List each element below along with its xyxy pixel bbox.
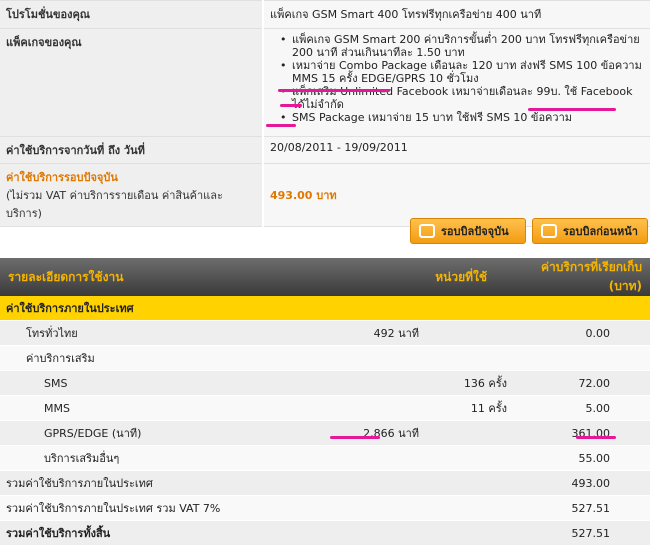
table-row: MMS 11 ครั้ง 5.00 bbox=[0, 395, 650, 421]
package-item: แพ็คเกจ GSM Smart 200 ค่าบริการขั้นต่ำ 2… bbox=[280, 33, 644, 59]
current-charge-note: (ไม่รวม VAT ค่าบริการรายเดือน ค่าสินค้าแ… bbox=[6, 189, 223, 220]
period-value: 20/08/2011 - 19/09/2011 bbox=[263, 136, 650, 164]
row-amount: 5.00 bbox=[517, 395, 650, 421]
row-name: SMS bbox=[0, 370, 304, 396]
bill-icon bbox=[541, 224, 557, 238]
total-name: รวมค่าใช้บริการภายในประเทศ รวม VAT 7% bbox=[0, 495, 518, 521]
table-row: SMS 136 ครั้ง 72.00 bbox=[0, 370, 650, 396]
row-amount bbox=[517, 345, 650, 371]
row-units: 11 ครั้ง bbox=[303, 395, 518, 421]
row-units bbox=[303, 445, 518, 471]
table-row: ค่าบริการเสริม bbox=[0, 345, 650, 371]
row-amount: 55.00 bbox=[517, 445, 650, 471]
grand-total-row: รวมค่าใช้บริการทั้งสิ้น 527.51 bbox=[0, 520, 650, 546]
account-info-table: โปรโมชั่นของคุณ แพ็คเกจ GSM Smart 400 โท… bbox=[0, 0, 650, 227]
row-name: GPRS/EDGE (นาที) bbox=[0, 420, 304, 446]
period-label: ค่าใช้บริการจากวันที่ ถึง วันที่ bbox=[0, 136, 264, 164]
current-charge-label-cell: ค่าใช้บริการรอบปัจจุบัน (ไม่รวม VAT ค่าบ… bbox=[0, 163, 264, 227]
section-domestic: ค่าใช้บริการภายในประเทศ bbox=[0, 296, 650, 321]
packages-label: แพ็คเกจของคุณ bbox=[0, 28, 264, 137]
package-item: SMS Package เหมาจ่าย 15 บาท ใช้ฟรี SMS 1… bbox=[280, 111, 644, 124]
total-row: รวมค่าใช้บริการภายในประเทศ 493.00 bbox=[0, 470, 650, 496]
total-amount: 493.00 bbox=[517, 470, 650, 496]
row-name: บริการเสริมอื่นๆ bbox=[0, 445, 304, 471]
row-units bbox=[303, 345, 518, 371]
table-row: บริการเสริมอื่นๆ 55.00 bbox=[0, 445, 650, 471]
highlight-underline bbox=[266, 124, 296, 127]
total-name: รวมค่าใช้บริการภายในประเทศ bbox=[0, 470, 518, 496]
promo-label: โปรโมชั่นของคุณ bbox=[0, 0, 264, 29]
total-amount: 527.51 bbox=[517, 495, 650, 521]
row-name: ค่าบริการเสริม bbox=[0, 345, 304, 371]
previous-bill-label: รอบบิลก่อนหน้า bbox=[563, 225, 638, 238]
row-amount: 361.00 bbox=[517, 420, 650, 446]
row-units: 136 ครั้ง bbox=[303, 370, 518, 396]
highlight-underline bbox=[576, 436, 616, 439]
highlight-underline bbox=[280, 104, 302, 107]
header-detail: รายละเอียดการใช้งาน bbox=[0, 258, 304, 296]
promo-value: แพ็คเกจ GSM Smart 400 โทรฟรีทุกเครือข่าย… bbox=[263, 0, 650, 29]
current-bill-label: รอบบิลปัจจุบัน bbox=[441, 225, 509, 238]
current-bill-button[interactable]: รอบบิลปัจจุบัน bbox=[410, 218, 526, 244]
total-row: รวมค่าใช้บริการภายในประเทศ รวม VAT 7% 52… bbox=[0, 495, 650, 521]
usage-table: รายละเอียดการใช้งาน หน่วยที่ใช้ ค่าบริกา… bbox=[0, 258, 650, 546]
row-name: MMS bbox=[0, 395, 304, 421]
row-units: 2,866 นาที bbox=[303, 420, 518, 446]
previous-bill-button[interactable]: รอบบิลก่อนหน้า bbox=[532, 218, 648, 244]
row-name: โทรทั่วไทย bbox=[0, 320, 304, 346]
highlight-underline bbox=[278, 89, 390, 92]
highlight-underline bbox=[528, 108, 616, 111]
packages-cell: แพ็คเกจ GSM Smart 200 ค่าบริการขั้นต่ำ 2… bbox=[263, 28, 650, 137]
package-item: เหมาจ่าย Combo Package เดือนละ 120 บาท ส… bbox=[280, 59, 644, 85]
table-row: GPRS/EDGE (นาที) 2,866 นาที 361.00 bbox=[0, 420, 650, 446]
row-amount: 72.00 bbox=[517, 370, 650, 396]
current-charge-value: 493.00 บาท bbox=[270, 189, 337, 202]
grand-total-name: รวมค่าใช้บริการทั้งสิ้น bbox=[0, 520, 518, 546]
header-amount: ค่าบริการที่เรียกเก็บ (บาท) bbox=[517, 258, 650, 296]
current-charge-label: ค่าใช้บริการรอบปัจจุบัน bbox=[6, 171, 118, 184]
grand-total-amount: 527.51 bbox=[517, 520, 650, 546]
highlight-underline bbox=[330, 436, 380, 439]
table-row: โทรทั่วไทย 492 นาที 0.00 bbox=[0, 320, 650, 346]
bill-icon bbox=[419, 224, 435, 238]
header-units: หน่วยที่ใช้ bbox=[303, 258, 518, 296]
row-amount: 0.00 bbox=[517, 320, 650, 346]
row-units: 492 นาที bbox=[303, 320, 518, 346]
